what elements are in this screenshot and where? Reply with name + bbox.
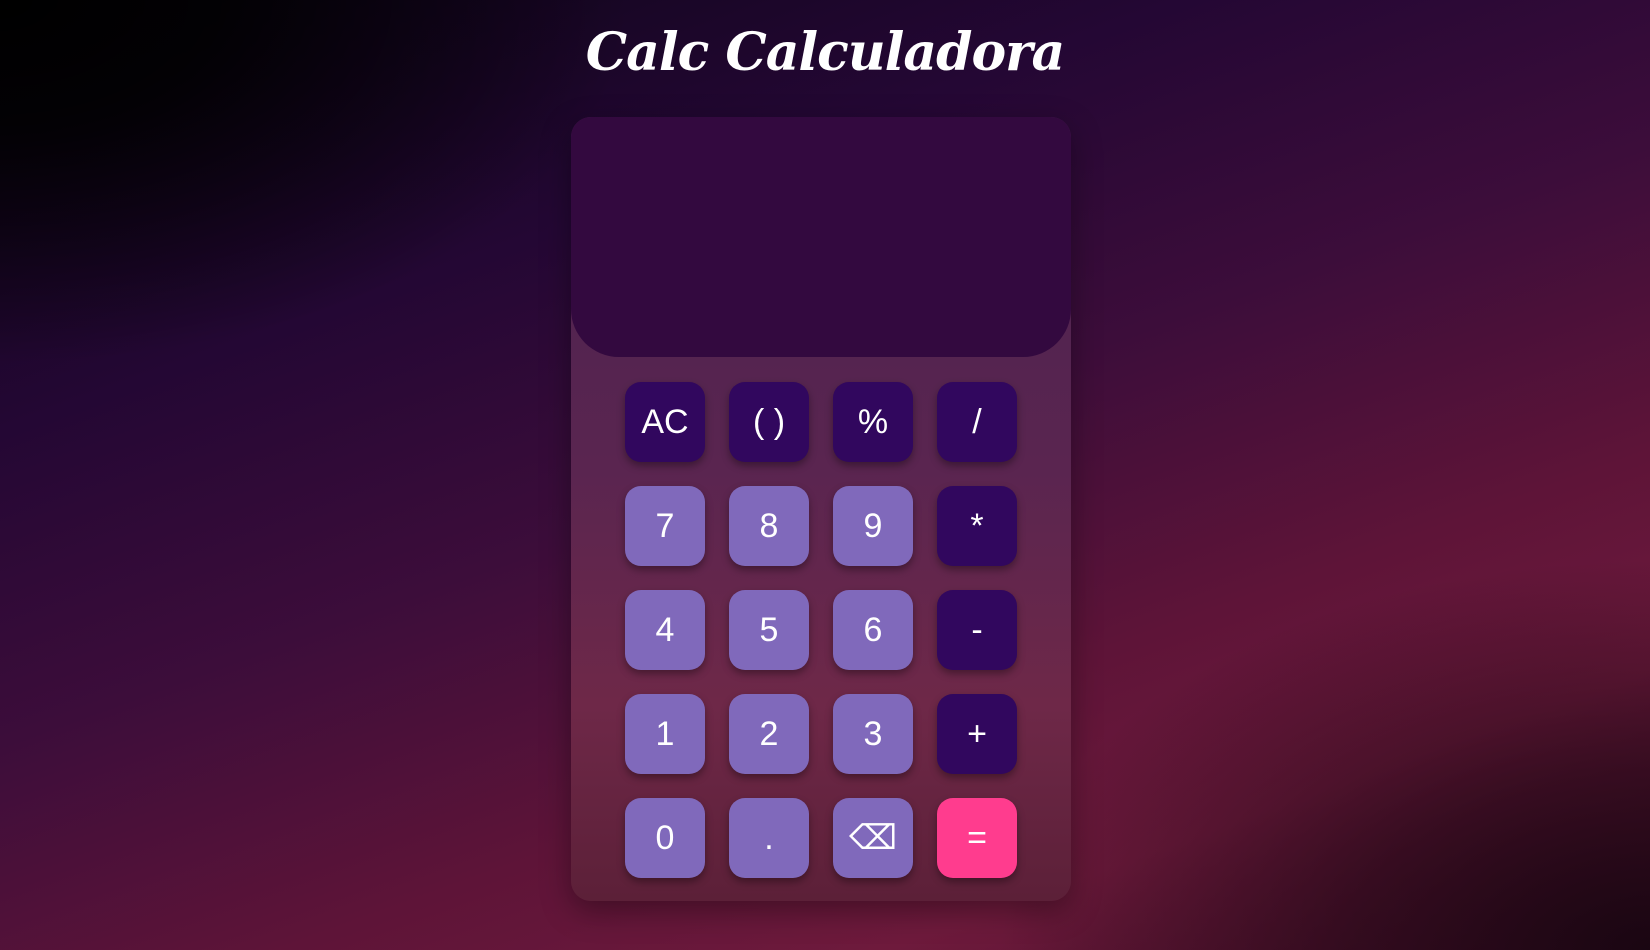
digit-3-button[interactable]: 3 [833,694,913,774]
digit-8-button[interactable]: 8 [729,486,809,566]
clear-button[interactable]: AC [625,382,705,462]
digit-1-button[interactable]: 1 [625,694,705,774]
backspace-button[interactable]: ⌫ [833,798,913,878]
subtract-button[interactable]: - [937,590,1017,670]
digit-7-button[interactable]: 7 [625,486,705,566]
calculator-display [571,117,1071,357]
calculator: AC ( ) % / 7 8 9 * 4 5 6 - 1 2 3 + 0 . ⌫… [571,117,1071,901]
digit-4-button[interactable]: 4 [625,590,705,670]
add-button[interactable]: + [937,694,1017,774]
decimal-button[interactable]: . [729,798,809,878]
digit-5-button[interactable]: 5 [729,590,809,670]
percent-button[interactable]: % [833,382,913,462]
digit-9-button[interactable]: 9 [833,486,913,566]
divide-button[interactable]: / [937,382,1017,462]
equals-button[interactable]: = [937,798,1017,878]
parentheses-button[interactable]: ( ) [729,382,809,462]
multiply-button[interactable]: * [937,486,1017,566]
backspace-icon: ⌫ [848,818,898,858]
app-title: Calc Calculadora [585,22,1065,83]
digit-6-button[interactable]: 6 [833,590,913,670]
digit-0-button[interactable]: 0 [625,798,705,878]
digit-2-button[interactable]: 2 [729,694,809,774]
